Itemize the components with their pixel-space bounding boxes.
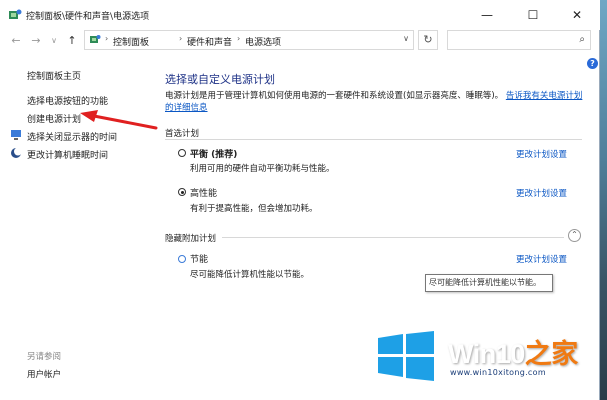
recent-locations-button[interactable]: ∨ [46, 33, 62, 49]
see-also-heading: 另请参阅 [27, 352, 62, 362]
minimize-button[interactable]: — [464, 0, 510, 30]
plan-balanced-radio[interactable] [178, 149, 186, 157]
breadcrumb-hardware-sound[interactable]: 硬件和声音 [187, 35, 232, 48]
address-bar[interactable]: › 控制面板 › 硬件和声音 › 电源选项 ∨ [84, 30, 414, 50]
plan-high-performance-desc: 有利于提高性能，但会增加功耗。 [190, 204, 318, 214]
windows-logo-icon [378, 331, 434, 381]
watermark-url: www.win10xitong.com [450, 368, 546, 377]
plan-power-saver-desc: 尽可能降低计算机性能以节能。 [190, 270, 310, 280]
breadcrumb-separator: › [105, 34, 109, 43]
watermark-brand-zhijia: 之家 [524, 339, 579, 369]
sidebar-item-power-buttons[interactable]: 选择电源按钮的功能 [27, 94, 108, 107]
sleep-moon-icon [11, 147, 22, 158]
window-title: 控制面板\硬件和声音\电源选项 [26, 12, 150, 22]
sidebar-item-create-plan[interactable]: 创建电源计划 [27, 112, 81, 125]
plan-high-performance-radio[interactable] [178, 188, 186, 196]
address-row: ← → ∨ ↑ › 控制面板 › 硬件和声音 › 电源选项 ∨ ↻ ⌕ [0, 30, 600, 52]
divider [222, 237, 564, 238]
plan-balanced-name[interactable]: 平衡 (推荐) [190, 147, 237, 160]
plan-power-saver-change-link[interactable]: 更改计划设置 [516, 253, 567, 265]
red-arrow-annotation [80, 110, 158, 130]
left-pane: 控制面板主页 选择电源按钮的功能 创建电源计划 选择关闭显示器的时间 更改计算机… [0, 54, 155, 400]
watermark-brand: Win10之家 [448, 332, 578, 371]
breadcrumb-power-options[interactable]: 电源选项 [245, 35, 281, 48]
back-button[interactable]: ← [8, 33, 24, 49]
plan-power-saver-name[interactable]: 节能 [190, 252, 208, 265]
control-panel-home-link[interactable]: 控制面板主页 [27, 69, 81, 82]
up-button[interactable]: ↑ [64, 33, 80, 49]
plan-high-performance-name[interactable]: 高性能 [190, 186, 217, 199]
breadcrumb-separator[interactable]: › [179, 34, 182, 43]
plan-balanced-desc: 利用可用的硬件自动平衡功耗与性能。 [190, 164, 335, 174]
tooltip: 尽可能降低计算机性能以节能。 [425, 274, 553, 292]
control-panel-window: 控制面板\硬件和声音\电源选项 — ☐ ✕ ← → ∨ ↑ › 控制面板 › 硬… [0, 0, 600, 400]
sidebar-item-sleep[interactable]: 更改计算机睡眠时间 [27, 148, 108, 161]
close-button[interactable]: ✕ [554, 0, 600, 30]
title-bar: 控制面板\硬件和声音\电源选项 — ☐ ✕ [0, 0, 600, 30]
description: 电源计划是用于管理计算机如何使用电源的一套硬件和系统设置(如显示器亮度、睡眠等)… [165, 90, 585, 114]
breadcrumb-control-panel[interactable]: 控制面板 [113, 35, 149, 48]
search-icon[interactable]: ⌕ [579, 34, 585, 45]
maximize-button[interactable]: ☐ [510, 0, 556, 30]
description-text: 电源计划是用于管理计算机如何使用电源的一套硬件和系统设置(如显示器亮度、睡眠等)… [165, 91, 504, 101]
display-shield-icon [11, 130, 21, 140]
power-options-icon [9, 9, 22, 19]
divider [165, 139, 582, 140]
page-title: 选择或自定义电源计划 [165, 73, 275, 86]
address-dropdown-icon[interactable]: ∨ [403, 34, 409, 43]
search-input[interactable]: ⌕ [447, 30, 591, 50]
plan-high-performance-change-link[interactable]: 更改计划设置 [516, 187, 567, 199]
collapse-hidden-plans-button[interactable]: ⌃ [568, 229, 581, 242]
forward-button[interactable]: → [28, 33, 44, 49]
preferred-plans-heading: 首选计划 [165, 129, 200, 139]
breadcrumb-separator[interactable]: › [237, 34, 240, 43]
plan-balanced-change-link[interactable]: 更改计划设置 [516, 148, 567, 160]
user-accounts-link[interactable]: 用户帐户 [27, 368, 61, 380]
desktop-background [599, 0, 607, 400]
refresh-button[interactable]: ↻ [418, 30, 438, 50]
plan-power-saver-radio[interactable] [178, 255, 186, 263]
watermark-brand-win10: Win10 [448, 339, 525, 369]
control-panel-icon [90, 35, 101, 43]
hidden-plans-heading: 隐藏附加计划 [165, 234, 217, 244]
help-button[interactable]: ? [587, 58, 598, 69]
